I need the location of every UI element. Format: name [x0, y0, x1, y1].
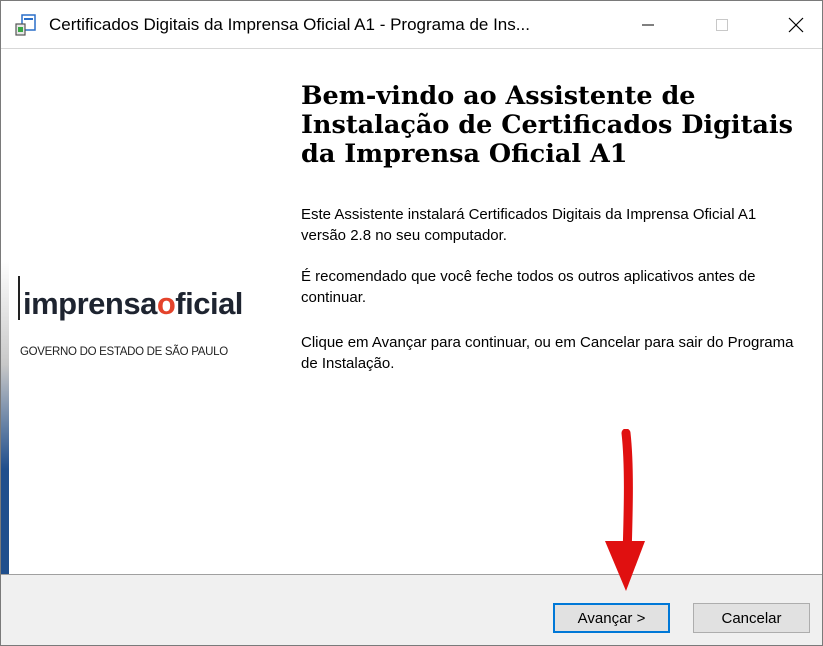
- minimize-icon: [642, 24, 654, 26]
- close-button[interactable]: [773, 1, 819, 49]
- maximize-button[interactable]: [699, 1, 745, 49]
- intro-paragraph: Este Assistente instalará Certificados D…: [301, 206, 757, 244]
- welcome-content: Bem-vindo ao Assistente de Instalação de…: [288, 50, 822, 574]
- close-icon: [788, 17, 804, 33]
- title-bar[interactable]: Certificados Digitais da Imprensa Oficia…: [1, 1, 822, 49]
- logo-text-ficial: ficial: [175, 286, 243, 321]
- next-button[interactable]: Avançar >: [553, 603, 670, 633]
- close-apps-paragraph: É recomendado que você feche todos os ou…: [301, 268, 756, 306]
- imprensa-oficial-logo: imprensaoficial: [23, 286, 243, 322]
- wizard-sidebar: imprensaoficial GOVERNO DO ESTADO DE SÃO…: [1, 50, 288, 574]
- logo-text-imprensa: imprensa: [23, 286, 157, 321]
- logo-text-o: o: [156, 286, 176, 321]
- red-arrow-annotation-icon: [605, 429, 645, 591]
- cancel-button[interactable]: Cancelar: [693, 603, 810, 633]
- welcome-heading: Bem-vindo ao Assistente de Instalação de…: [301, 81, 793, 169]
- window-title: Certificados Digitais da Imprensa Oficia…: [49, 15, 530, 34]
- sidebar-edge-decoration: [1, 50, 9, 574]
- minimize-button[interactable]: [625, 1, 671, 49]
- setup-app-icon: [15, 14, 36, 36]
- logo-divider: [18, 276, 20, 320]
- installer-window: Certificados Digitais da Imprensa Oficia…: [0, 0, 823, 646]
- button-bar: Avançar > Cancelar: [1, 574, 822, 645]
- instructions-paragraph: Clique em Avançar para continuar, ou em …: [301, 334, 794, 372]
- maximize-icon: [716, 19, 728, 31]
- logo-subtitle: GOVERNO DO ESTADO DE SÃO PAULO: [20, 346, 228, 358]
